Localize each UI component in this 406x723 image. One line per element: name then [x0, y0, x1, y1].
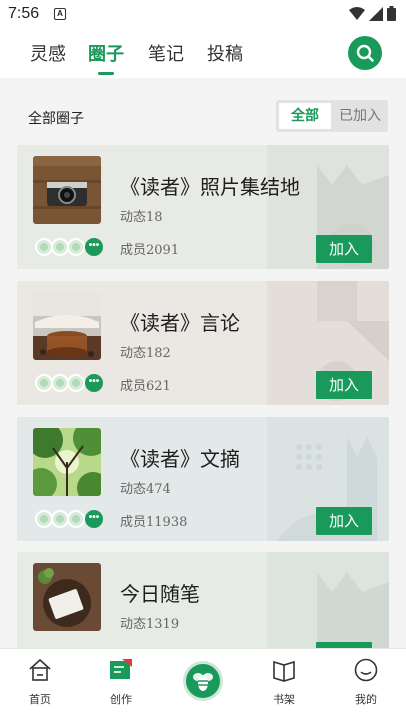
circle-posts-count: 动态182 [120, 346, 171, 361]
filter-toggle: 全部 已加入 [276, 100, 388, 132]
nav-center-logo[interactable] [183, 661, 223, 701]
avatar [67, 238, 85, 256]
more-members-icon: ••• [85, 510, 103, 528]
circle-name: 《读者》言论 [120, 311, 240, 335]
bookshelf-icon [273, 660, 295, 682]
circle-thumbnail [33, 563, 101, 631]
avatar [67, 510, 85, 528]
nav-create-label: 创作 [110, 693, 132, 706]
more-members-icon: ••• [85, 238, 103, 256]
nav-bookshelf[interactable]: 书架 [254, 657, 314, 707]
join-button[interactable]: 加入 [316, 507, 372, 535]
avatar [67, 374, 85, 392]
wifi-icon [349, 6, 365, 20]
circle-thumbnail [33, 428, 101, 496]
circle-name: 《读者》文摘 [120, 447, 240, 471]
circle-members-count: 成员2091 [120, 243, 180, 258]
nav-profile-label: 我的 [355, 693, 377, 706]
status-bar: 7:56 A [0, 0, 406, 30]
tab-submit[interactable]: 投稿 [207, 40, 243, 66]
nav-create[interactable]: 创作 [91, 657, 151, 707]
signal-icon [369, 6, 383, 21]
create-icon [110, 659, 132, 679]
circle-posts-count: 动态18 [120, 210, 163, 225]
circle-members-count: 成员11938 [120, 515, 188, 530]
circle-name: 今日随笔 [120, 582, 200, 606]
tab-circles[interactable]: 圈子 [88, 40, 124, 66]
search-button[interactable] [348, 36, 382, 70]
profile-icon [354, 658, 378, 682]
nav-profile[interactable]: 我的 [336, 657, 396, 707]
active-tab-indicator [98, 72, 114, 75]
status-time: 7:56 [8, 5, 40, 22]
top-nav: 灵感 圈子 笔记 投稿 [0, 30, 406, 78]
circle-card[interactable]: 《读者》文摘 动态474 ••• 成员11938 加入 [17, 417, 389, 541]
join-button[interactable]: 加入 [316, 371, 372, 399]
circle-card[interactable]: 《读者》照片集结地 动态18 ••• 成员2091 加入 [17, 145, 389, 269]
join-button[interactable]: 加入 [316, 235, 372, 263]
circle-members-count: 成员621 [120, 379, 171, 394]
circle-card[interactable]: 《读者》言论 动态182 ••• 成员621 加入 [17, 281, 389, 405]
tab-notes[interactable]: 笔记 [148, 40, 184, 66]
circle-posts-count: 动态1319 [120, 617, 180, 632]
circle-posts-count: 动态474 [120, 482, 171, 497]
circle-thumbnail [33, 156, 101, 224]
circle-name: 《读者》照片集结地 [120, 175, 300, 199]
filter-all-button[interactable]: 全部 [279, 103, 331, 129]
nav-bookshelf-label: 书架 [273, 693, 295, 706]
bottom-nav: 首页 创作 书架 我的 [0, 648, 406, 723]
nav-home-label: 首页 [29, 693, 51, 706]
bee-logo-icon [193, 673, 213, 691]
home-icon [29, 658, 51, 681]
circle-thumbnail [33, 292, 101, 360]
notification-icon: A [54, 8, 66, 20]
filter-joined-button[interactable]: 已加入 [334, 103, 386, 129]
more-members-icon: ••• [85, 374, 103, 392]
search-icon [356, 44, 374, 62]
battery-icon [387, 6, 396, 21]
status-icons [349, 6, 396, 21]
section-title: 全部圈子 [28, 111, 84, 127]
section-header: 全部圈子 全部 已加入 [0, 78, 406, 144]
nav-home[interactable]: 首页 [10, 657, 70, 707]
tab-inspiration[interactable]: 灵感 [30, 40, 66, 66]
